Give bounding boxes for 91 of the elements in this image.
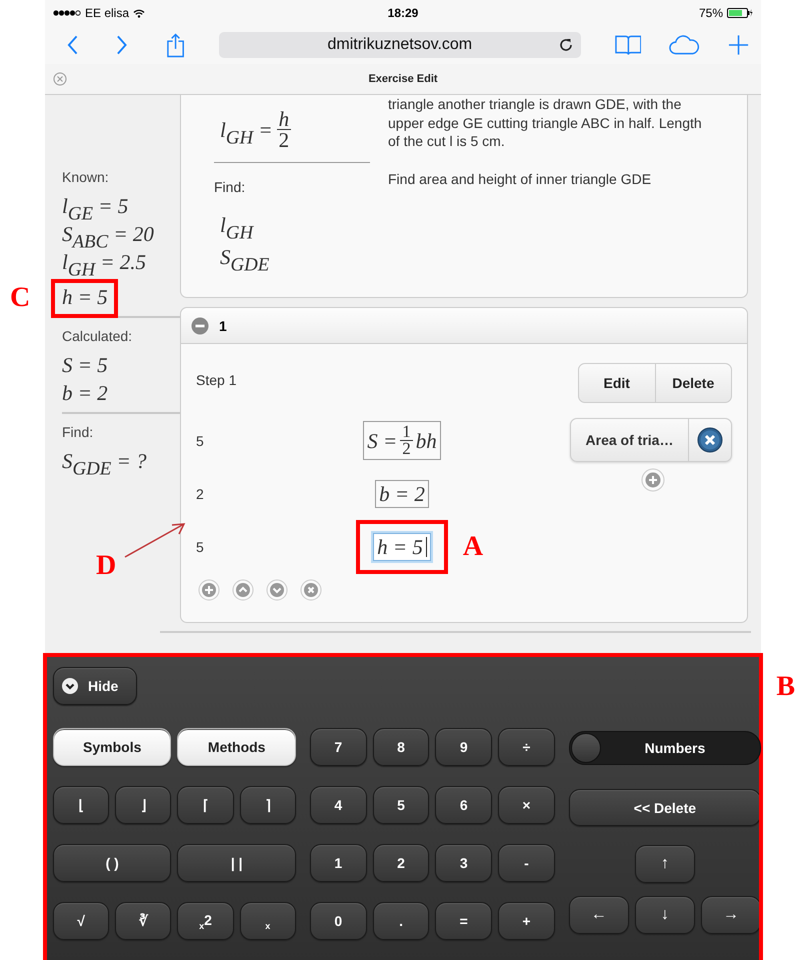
row-value: 5 [196,538,205,554]
section-heading: Known: [62,169,110,185]
delete-key[interactable]: << Delete [568,789,761,826]
arrow-key[interactable]: ↑ [634,845,695,883]
section-heading: Calculated: [62,328,134,344]
wifi-icon [133,8,146,18]
callout-letter: C [10,284,30,312]
number-key[interactable]: 7 [310,728,367,766]
symbol-key[interactable]: ∛ [115,902,172,940]
add-row-icon[interactable] [198,579,220,601]
arrow-key[interactable]: ↓ [634,896,695,934]
problem-text: triangle another triangle is drawn GDE, with the upper edge GE cutting triangle ABC in half. Length of the cut l is 5 cm. [388,95,703,150]
section-heading: Find: [62,424,94,440]
action-button[interactable]: Edit [579,364,654,402]
number-key[interactable]: ÷ [498,728,555,766]
remove-icon[interactable] [697,427,723,453]
remove-row-icon[interactable] [300,579,322,601]
action-button[interactable]: Delete [654,364,731,402]
symbol-key[interactable]: $_{x}$2 [177,902,234,940]
number-key[interactable]: 9 [435,728,492,766]
equation: l$_{GH}$ = 2.5 [62,249,146,275]
arrow-key[interactable]: → [700,896,761,934]
url-text: dmitrikuznetsov.com [327,36,472,54]
number-key[interactable]: + [498,902,555,940]
battery-icon [727,8,753,18]
number-key[interactable]: 4 [310,786,367,824]
equation: b = 2 [62,380,108,406]
symbol-key[interactable]: ⌊ [53,786,110,824]
number-key[interactable]: 8 [372,728,430,766]
unknown-variable: S$_{GDE}$ [219,244,270,273]
callout-letter: D [96,552,116,580]
book-icon[interactable] [614,34,642,56]
unknown-variable: l$_{GH}$ [219,212,255,241]
equation: S$_{ABC}$ = 20 [62,221,154,247]
equation: l$_{GE}$ = 5 [62,193,128,219]
address-bar[interactable]: dmitrikuznetsov.com [219,32,581,58]
symbol-key[interactable]: ( ) [53,844,172,882]
row-value: 5 [196,432,205,448]
add-icon[interactable] [728,34,749,56]
hide-button[interactable]: Hide [53,667,138,705]
callout-letter: B [776,673,795,701]
mode-button[interactable]: Methods [177,728,296,766]
number-key[interactable]: 0 [310,902,367,940]
battery-percent: 75% [698,6,723,20]
callout-letter: A [462,532,484,560]
signal-icon [53,10,81,16]
equation: S = 5 [62,352,108,378]
number-key[interactable]: = [435,902,492,940]
number-key[interactable]: 2 [372,844,430,882]
number-key[interactable]: 1 [310,844,367,882]
symbol-key[interactable]: ⌉ [240,786,296,824]
step-group-header[interactable]: 1 [181,308,747,344]
reload-icon[interactable] [558,38,573,52]
back-icon[interactable] [67,35,78,55]
find-label: Find: [214,179,246,195]
number-key[interactable]: × [498,786,555,824]
symbol-key[interactable]: √ [53,902,110,940]
close-icon[interactable] [53,72,67,86]
step-group-title: 1 [219,318,227,334]
number-key[interactable]: 3 [435,844,492,882]
mode-toggle[interactable]: Numbers [568,731,761,765]
pointer-arrow [124,522,186,558]
symbol-key[interactable]: ⌈ [177,786,234,824]
move-down-icon[interactable] [266,579,288,601]
chevron-down-icon [62,678,78,694]
formula-field[interactable]: h = 5 [373,532,431,560]
number-key[interactable]: 5 [372,786,430,824]
tab-title[interactable]: Exercise Edit [368,73,438,85]
arrow-key[interactable]: ← [568,896,629,934]
highlight-frame [51,279,118,318]
collapse-icon[interactable] [191,316,209,334]
step-label: Step 1 [196,371,238,390]
row-value: 2 [196,486,205,502]
share-icon[interactable] [166,32,186,58]
number-key[interactable]: . [372,902,430,940]
number-key[interactable]: - [498,844,555,882]
symbol-key[interactable]: ⌋ [115,786,172,824]
equation: h = 5 [62,284,108,310]
move-up-icon[interactable] [232,579,254,601]
cloud-icon[interactable] [669,34,700,56]
mode-button[interactable]: Symbols [53,728,172,766]
add-method-icon[interactable] [641,468,665,492]
number-key[interactable]: 6 [435,786,492,824]
forward-icon[interactable] [116,35,128,55]
symbol-key[interactable]: x [240,902,296,940]
carrier-name: EE elisa [85,6,130,20]
problem-question: Find area and height of inner triangle GDE [388,170,652,188]
clock-time: 18:29 [388,6,418,20]
symbol-key[interactable]: | | [177,844,296,882]
formula-field[interactable]: b = 2 [375,480,429,508]
equation: S$_{GDE}$ = ? [62,448,146,474]
